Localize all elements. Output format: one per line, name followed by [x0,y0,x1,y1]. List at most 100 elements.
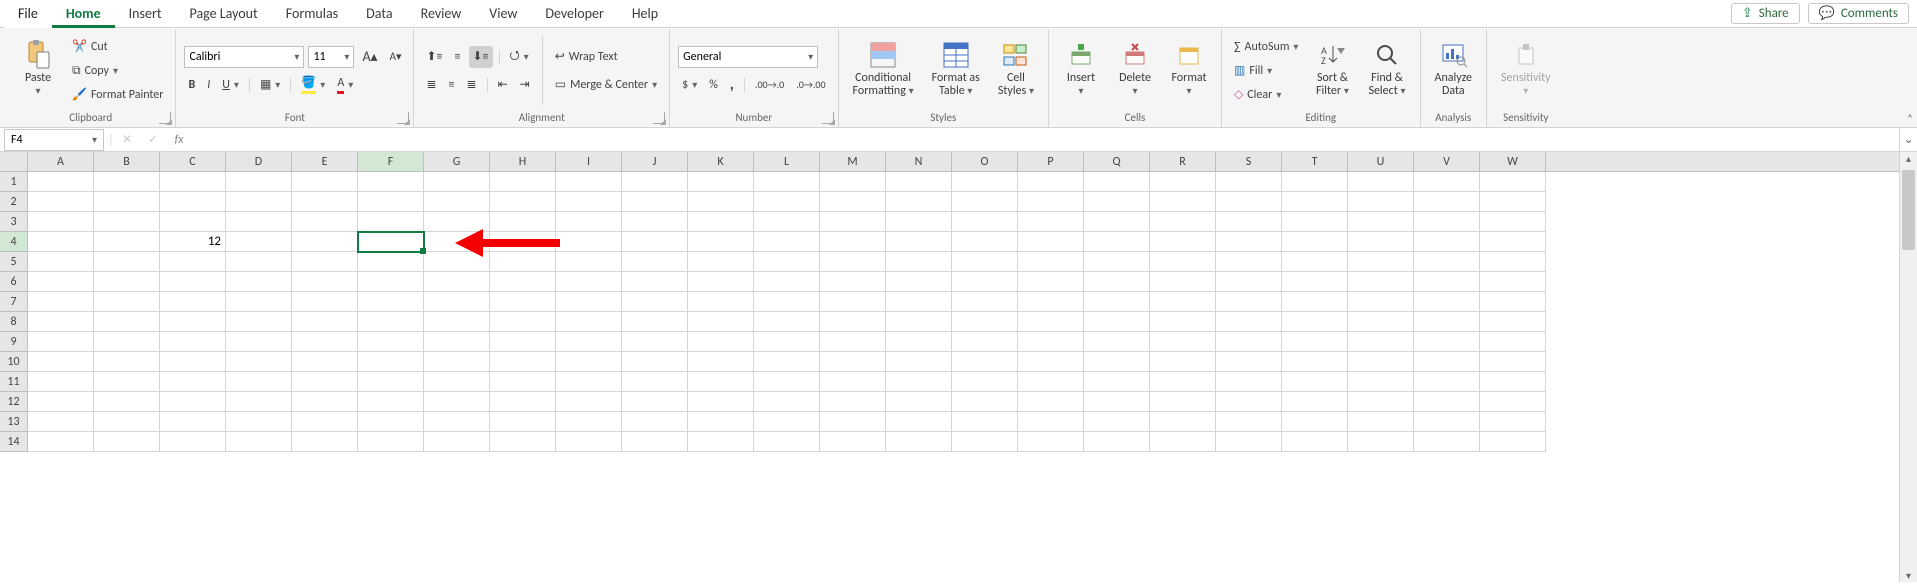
cell-T7[interactable] [1282,292,1348,312]
row-header-9[interactable]: 9 [0,332,28,352]
cell-D14[interactable] [226,432,292,452]
cell-J14[interactable] [622,432,688,452]
cell-D8[interactable] [226,312,292,332]
cell-Q1[interactable] [1084,172,1150,192]
column-header-L[interactable]: L [754,152,820,171]
cell-V3[interactable] [1414,212,1480,232]
cell-W7[interactable] [1480,292,1546,312]
cell-K2[interactable] [688,192,754,212]
cell-E7[interactable] [292,292,358,312]
select-all-corner[interactable] [0,152,28,171]
cell-B10[interactable] [94,352,160,372]
cell-F13[interactable] [358,412,424,432]
cell-T8[interactable] [1282,312,1348,332]
cell-E14[interactable] [292,432,358,452]
cell-R10[interactable] [1150,352,1216,372]
increase-indent-button[interactable]: ⇥ [516,74,534,96]
cell-W10[interactable] [1480,352,1546,372]
column-header-M[interactable]: M [820,152,886,171]
decrease-indent-button[interactable]: ⇤ [494,74,512,96]
tab-home[interactable]: Home [52,0,115,28]
cell-H11[interactable] [490,372,556,392]
cell-E2[interactable] [292,192,358,212]
cell-P6[interactable] [1018,272,1084,292]
cell-S14[interactable] [1216,432,1282,452]
cell-B7[interactable] [94,292,160,312]
cell-Q13[interactable] [1084,412,1150,432]
cell-E8[interactable] [292,312,358,332]
cell-L8[interactable] [754,312,820,332]
tab-file[interactable]: File [4,0,52,28]
cell-H13[interactable] [490,412,556,432]
cell-C8[interactable] [160,312,226,332]
cell-S6[interactable] [1216,272,1282,292]
sort-filter-button[interactable]: AZ Sort &Filter ▾ [1308,36,1356,106]
column-header-K[interactable]: K [688,152,754,171]
insert-function-button[interactable]: fx [166,133,192,147]
column-header-Q[interactable]: Q [1084,152,1150,171]
cell-U1[interactable] [1348,172,1414,192]
cell-I1[interactable] [556,172,622,192]
cell-D1[interactable] [226,172,292,192]
row-header-3[interactable]: 3 [0,212,28,232]
cell-E6[interactable] [292,272,358,292]
cell-C2[interactable] [160,192,226,212]
cell-C13[interactable] [160,412,226,432]
cell-S3[interactable] [1216,212,1282,232]
cell-P12[interactable] [1018,392,1084,412]
cell-V14[interactable] [1414,432,1480,452]
cell-H5[interactable] [490,252,556,272]
cell-G2[interactable] [424,192,490,212]
cell-E3[interactable] [292,212,358,232]
row-header-10[interactable]: 10 [0,352,28,372]
cell-L3[interactable] [754,212,820,232]
cell-V6[interactable] [1414,272,1480,292]
tab-review[interactable]: Review [407,0,476,28]
cell-B14[interactable] [94,432,160,452]
column-header-R[interactable]: R [1150,152,1216,171]
cell-T11[interactable] [1282,372,1348,392]
analyze-data-button[interactable]: AnalyzeData [1429,36,1479,106]
cell-F8[interactable] [358,312,424,332]
cell-I4[interactable] [556,232,622,252]
cell-F2[interactable] [358,192,424,212]
cell-Q2[interactable] [1084,192,1150,212]
increase-decimal-button[interactable]: .00→.0 [751,74,788,96]
cell-N12[interactable] [886,392,952,412]
borders-button[interactable]: ▦ [256,74,284,96]
cell-H3[interactable] [490,212,556,232]
cell-J1[interactable] [622,172,688,192]
font-dialog-launcher[interactable] [397,112,409,124]
cell-C14[interactable] [160,432,226,452]
row-header-13[interactable]: 13 [0,412,28,432]
cell-R14[interactable] [1150,432,1216,452]
cell-P2[interactable] [1018,192,1084,212]
cell-O10[interactable] [952,352,1018,372]
cell-P11[interactable] [1018,372,1084,392]
row-header-12[interactable]: 12 [0,392,28,412]
share-button[interactable]: ⇪ Share [1731,3,1800,24]
cell-C4[interactable]: 12 [160,232,226,252]
cell-D6[interactable] [226,272,292,292]
cell-I2[interactable] [556,192,622,212]
cell-U2[interactable] [1348,192,1414,212]
cell-A3[interactable] [28,212,94,232]
column-header-I[interactable]: I [556,152,622,171]
underline-button[interactable]: U [218,74,243,96]
cell-T13[interactable] [1282,412,1348,432]
cell-N3[interactable] [886,212,952,232]
tab-developer[interactable]: Developer [531,0,617,28]
cell-F9[interactable] [358,332,424,352]
cell-L6[interactable] [754,272,820,292]
column-header-V[interactable]: V [1414,152,1480,171]
cell-A7[interactable] [28,292,94,312]
cell-F1[interactable] [358,172,424,192]
cell-W11[interactable] [1480,372,1546,392]
cell-D13[interactable] [226,412,292,432]
cell-B3[interactable] [94,212,160,232]
cell-R11[interactable] [1150,372,1216,392]
cell-H12[interactable] [490,392,556,412]
column-header-P[interactable]: P [1018,152,1084,171]
cell-U7[interactable] [1348,292,1414,312]
paste-button[interactable]: Paste▾ [14,36,62,106]
